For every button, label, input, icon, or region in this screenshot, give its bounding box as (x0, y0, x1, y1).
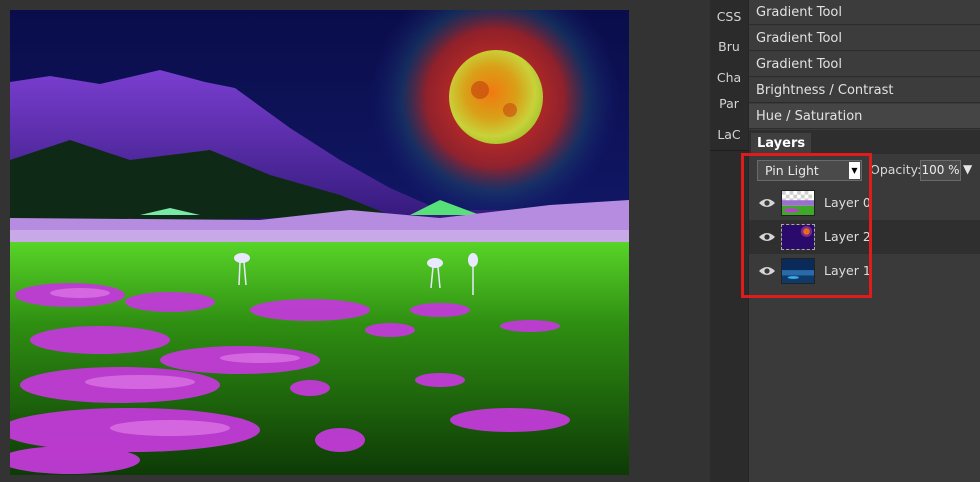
history-item[interactable]: Gradient Tool (749, 0, 980, 25)
side-tab-strip: CSS Bru Cha Par LaC (710, 0, 748, 482)
layer-row[interactable]: Layer 1 (749, 254, 980, 288)
eye-icon[interactable] (758, 265, 776, 277)
triangle-down-icon: ▼ (849, 162, 860, 179)
tab-layer-comps[interactable]: LaC (710, 124, 748, 146)
eye-icon[interactable] (758, 231, 776, 243)
canvas-image[interactable] (10, 10, 629, 475)
history-item[interactable]: Gradient Tool (749, 52, 980, 77)
layer-row-selected[interactable]: Layer 2 (749, 220, 980, 254)
right-panel: Gradient Tool Gradient Tool Gradient Too… (748, 0, 980, 482)
layer-name: Layer 0 (824, 195, 871, 210)
tab-layers[interactable]: Layers (751, 133, 812, 154)
layer-thumbnail (781, 190, 815, 216)
layer-row[interactable]: Layer 0 (749, 186, 980, 220)
canvas-area[interactable] (0, 0, 710, 482)
blend-mode-select[interactable]: Pin Light ▼ (757, 160, 862, 181)
layers-tab-bar: Layers (749, 130, 980, 154)
tab-character[interactable]: Cha (710, 67, 748, 89)
eye-icon[interactable] (758, 197, 776, 209)
tab-paragraph[interactable]: Par (710, 93, 748, 115)
opacity-field[interactable]: 100 % (920, 160, 961, 181)
opacity-dropdown-icon[interactable]: ▼ (963, 162, 972, 176)
opacity-label: Opacity: (870, 162, 922, 177)
history-item[interactable]: Gradient Tool (749, 26, 980, 51)
tab-css[interactable]: CSS (710, 6, 748, 28)
layer-thumbnail (781, 224, 815, 250)
layers-empty-area (749, 290, 980, 482)
blend-mode-value: Pin Light (765, 163, 819, 178)
layer-name: Layer 1 (824, 263, 871, 278)
tab-brushes[interactable]: Bru (710, 36, 748, 58)
side-tab-divider (710, 150, 748, 151)
layer-name: Layer 2 (824, 229, 871, 244)
history-item[interactable]: Brightness / Contrast (749, 78, 980, 103)
history-item-current[interactable]: Hue / Saturation (749, 104, 980, 129)
layer-thumbnail (781, 258, 815, 284)
